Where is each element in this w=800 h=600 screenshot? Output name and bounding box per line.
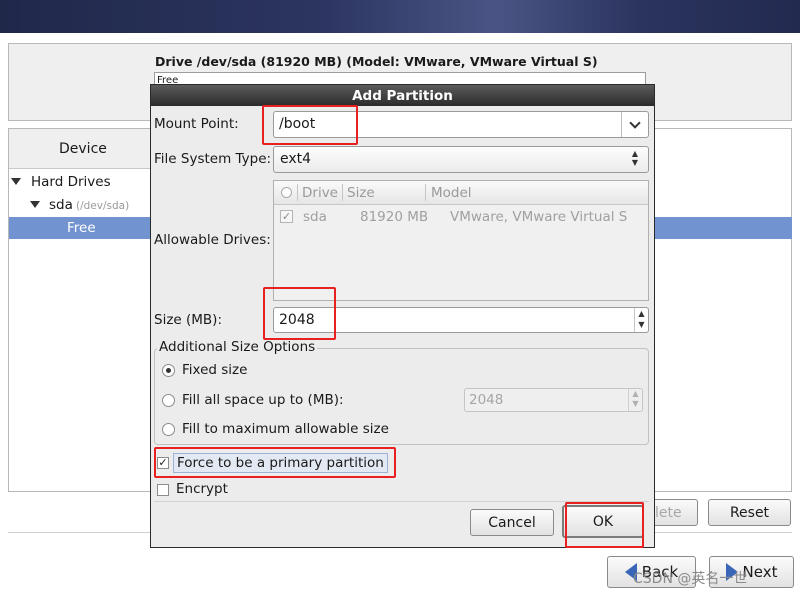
- tree-item-free[interactable]: Free: [67, 220, 96, 236]
- highlight-mount-point: [262, 105, 358, 145]
- allowable-drives-label: Allowable Drives:: [154, 232, 271, 248]
- device-column-label: Device: [59, 141, 107, 157]
- highlight-ok: [565, 502, 644, 548]
- encrypt-label[interactable]: Encrypt: [176, 481, 228, 497]
- fixed-size-radio[interactable]: [162, 364, 175, 377]
- select-arrows-icon: ▲ ▼: [631, 149, 639, 167]
- mount-point-dropdown-button[interactable]: [621, 112, 648, 137]
- fill-up-to-radio[interactable]: [162, 394, 175, 407]
- delete-button-label: lete: [655, 504, 682, 521]
- fill-max-radio[interactable]: [162, 423, 175, 436]
- column-header-model[interactable]: Model: [431, 185, 472, 201]
- column-header-drive[interactable]: Drive: [302, 185, 338, 201]
- mount-point-label: Mount Point:: [154, 116, 239, 132]
- column-separator: [342, 184, 343, 201]
- header-banner: [0, 0, 800, 33]
- cancel-button[interactable]: Cancel: [470, 509, 554, 536]
- column-separator: [297, 184, 298, 201]
- fs-type-select[interactable]: [273, 146, 649, 173]
- watermark: CSDN @英名一世: [633, 571, 748, 587]
- highlight-size: [263, 287, 336, 340]
- spin-arrows-icon[interactable]: ▲ ▼: [634, 308, 648, 332]
- chevron-down-icon: [629, 116, 641, 129]
- drive-title: Drive /dev/sda (81920 MB) (Model: VMware…: [155, 54, 598, 69]
- additional-size-options-title: Additional Size Options: [157, 339, 318, 355]
- banner-divider: [0, 33, 800, 35]
- spin-arrows-disabled-icon: ▲ ▼: [628, 389, 642, 411]
- reset-button-label: Reset: [729, 504, 770, 521]
- tree-item-sda-device-path: (/dev/sda): [76, 200, 130, 212]
- column-separator: [425, 184, 426, 201]
- reset-button[interactable]: Reset: [708, 499, 791, 526]
- expander-sda-icon[interactable]: [30, 201, 40, 208]
- drive-cell-name: sda: [303, 209, 327, 225]
- fs-type-label: File System Type:: [154, 151, 272, 167]
- next-button-label: Next: [742, 563, 778, 581]
- drive-cell-model: VMware, VMware Virtual S: [450, 209, 628, 225]
- expander-hard-drives-icon[interactable]: [11, 178, 21, 185]
- drive-cell-size: 81920 MB: [360, 209, 429, 225]
- drive-sda-checkbox[interactable]: ✓: [280, 210, 293, 223]
- encrypt-checkbox[interactable]: [157, 484, 169, 496]
- fill-up-to-label[interactable]: Fill all space up to (MB):: [182, 392, 344, 408]
- tree-item-hard-drives[interactable]: Hard Drives: [31, 174, 111, 190]
- fill-max-label[interactable]: Fill to maximum allowable size: [182, 421, 389, 437]
- header-select-icon: [281, 187, 292, 198]
- fixed-size-label[interactable]: Fixed size: [182, 362, 247, 378]
- size-label: Size (MB):: [154, 312, 222, 328]
- cancel-button-label: Cancel: [488, 514, 536, 531]
- dialog-title[interactable]: Add Partition: [151, 85, 654, 106]
- highlight-force-primary: [154, 447, 396, 478]
- fill-up-to-input: 2048: [469, 392, 504, 408]
- column-header-size[interactable]: Size: [347, 185, 375, 201]
- tree-item-sda[interactable]: sda: [49, 197, 73, 213]
- fs-type-value: ext4: [280, 151, 312, 167]
